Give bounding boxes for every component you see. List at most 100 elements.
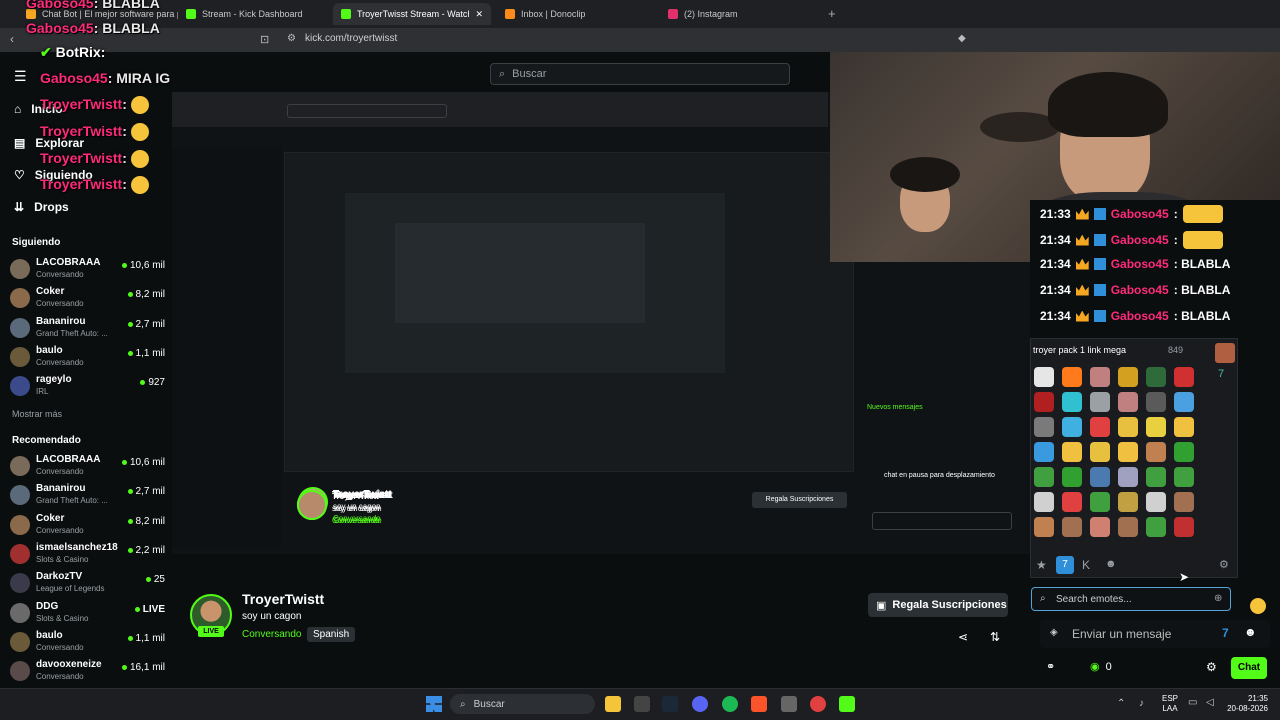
back-icon[interactable]: ‹ <box>10 32 14 46</box>
emoji-icon[interactable]: ☻ <box>1244 625 1257 639</box>
chat-settings-icon[interactable]: ⚙ <box>1206 660 1217 674</box>
seventv-icon[interactable]: 7 <box>1218 368 1224 380</box>
share-icon[interactable]: ⋖ <box>958 630 968 644</box>
close-tab-icon[interactable]: ✕ <box>475 9 483 20</box>
channel-item[interactable]: DDG Slots & Casino LIVE <box>10 600 165 628</box>
kick-tab-icon[interactable]: K <box>1082 558 1090 572</box>
emote-item[interactable] <box>1062 492 1082 512</box>
app-icon[interactable] <box>634 696 650 712</box>
channel-item[interactable]: baulo Conversando 1,1 mil <box>10 629 165 657</box>
spotify-icon[interactable] <box>722 696 738 712</box>
channel-item[interactable]: ismaelsanchez18 Slots & Casino 2,2 mil <box>10 541 165 569</box>
stream-category[interactable]: Conversando <box>242 629 301 640</box>
emote-item[interactable] <box>1146 492 1166 512</box>
emote-item[interactable] <box>1174 467 1194 487</box>
emote-item[interactable] <box>1090 492 1110 512</box>
emote-item[interactable] <box>1062 367 1082 387</box>
emote-item[interactable] <box>1034 367 1054 387</box>
emote-item[interactable] <box>1062 417 1082 437</box>
points-display[interactable]: ◉ 0 <box>1090 660 1112 674</box>
emote-item[interactable] <box>1062 392 1082 412</box>
taskbar-search[interactable]: ⌕ Buscar <box>450 694 595 714</box>
brave-icon[interactable] <box>751 696 767 712</box>
obs-icon[interactable] <box>810 696 826 712</box>
emote-item[interactable] <box>1146 417 1166 437</box>
seventv-icon[interactable]: 7 <box>1222 626 1229 640</box>
kick-icon[interactable] <box>839 696 855 712</box>
link-icon[interactable]: ⚭ <box>1046 660 1055 673</box>
emote-item[interactable] <box>1146 392 1166 412</box>
network-icon[interactable]: ▭ <box>1188 697 1197 708</box>
emote-item[interactable] <box>1174 367 1194 387</box>
emote-item[interactable] <box>1090 417 1110 437</box>
pack-avatar-icon[interactable] <box>1215 343 1235 363</box>
options-icon[interactable]: ⇅ <box>990 630 1000 644</box>
shield-icon[interactable]: ◆ <box>958 33 966 44</box>
discord-icon[interactable] <box>692 696 708 712</box>
tab-donoclip[interactable]: Inbox | Donoclip <box>497 3 657 25</box>
tab-dashboard[interactable]: Stream - Kick Dashboard <box>178 3 333 25</box>
language-tag[interactable]: Spanish <box>307 627 356 642</box>
emote-item[interactable] <box>1118 467 1138 487</box>
channel-item[interactable]: Bananirou Grand Theft Auto: ... 2,7 mil <box>10 315 165 343</box>
channel-item[interactable]: LACOBRAAA Conversando 10,6 mil <box>10 256 165 284</box>
channel-item[interactable]: rageylo IRL 927 <box>10 373 165 401</box>
emote-item[interactable] <box>1090 517 1110 537</box>
emote-item[interactable] <box>1118 417 1138 437</box>
emote-item[interactable] <box>1090 467 1110 487</box>
emote-search-input[interactable]: ⌕ Search emotes... ⊕ <box>1031 587 1231 611</box>
emote-item[interactable] <box>1146 467 1166 487</box>
emote-item[interactable] <box>1034 492 1054 512</box>
tray-chevron-icon[interactable]: ⌃ <box>1117 698 1125 709</box>
emoji-tab-icon[interactable]: ☻ <box>1105 558 1117 570</box>
channel-item[interactable]: DarkozTV League of Legends 25 <box>10 570 165 598</box>
channel-item[interactable]: Coker Conversando 8,2 mil <box>10 512 165 540</box>
new-tab-icon[interactable]: + <box>828 6 836 21</box>
language-indicator[interactable]: ESP LAA <box>1162 694 1178 714</box>
streamer-name[interactable]: TroyerTwistt <box>242 591 324 607</box>
emote-item[interactable] <box>1174 442 1194 462</box>
mic-icon[interactable]: ♪ <box>1139 698 1144 709</box>
picker-settings-icon[interactable]: ⚙ <box>1219 558 1229 571</box>
channel-item[interactable]: Bananirou Grand Theft Auto: ... 2,7 mil <box>10 482 165 510</box>
emote-item[interactable] <box>1174 517 1194 537</box>
steam-icon[interactable] <box>662 696 678 712</box>
emote-item[interactable] <box>1118 442 1138 462</box>
file-explorer-icon[interactable] <box>605 696 621 712</box>
emote-item[interactable] <box>1146 442 1166 462</box>
site-info-icon[interactable]: ⚙ <box>287 33 296 44</box>
emote-item[interactable] <box>1062 442 1082 462</box>
channel-item[interactable]: baulo Conversando 1,1 mil <box>10 344 165 372</box>
emote-item[interactable] <box>1118 517 1138 537</box>
emote-item[interactable] <box>1062 467 1082 487</box>
seventv-tab-icon[interactable]: 7 <box>1056 556 1074 574</box>
tab-troyertwisst[interactable]: TroyerTwisst Stream - Watch Live... ✕ <box>333 3 491 25</box>
emote-item[interactable] <box>1090 442 1110 462</box>
emote-item[interactable] <box>1174 392 1194 412</box>
chat-input[interactable]: ◈ Enviar un mensaje 7 ☻ <box>1040 620 1270 648</box>
search-input[interactable]: ⌕ Buscar <box>490 63 790 85</box>
menu-icon[interactable]: ☰ <box>14 68 27 85</box>
emote-item[interactable] <box>1090 367 1110 387</box>
chat-send-button[interactable]: Chat <box>1231 657 1267 679</box>
emote-item[interactable] <box>1034 417 1054 437</box>
emote-item[interactable] <box>1118 367 1138 387</box>
app-icon[interactable] <box>781 696 797 712</box>
emote-item[interactable] <box>1034 517 1054 537</box>
channel-item[interactable]: davooxeneize Conversando 16,1 mil <box>10 658 165 686</box>
emote-item[interactable] <box>1146 367 1166 387</box>
emote-item[interactable] <box>1146 517 1166 537</box>
emote-item[interactable] <box>1034 442 1054 462</box>
channel-item[interactable]: Coker Conversando 8,2 mil <box>10 285 165 313</box>
tab-instagram[interactable]: (2) Instagram <box>660 3 820 25</box>
nav-drops[interactable]: ⇊ Drops <box>14 200 69 214</box>
url-field[interactable]: kick.com/troyertwisst <box>305 33 397 44</box>
clock[interactable]: 21:35 20-08-2026 <box>1224 694 1268 714</box>
emote-item[interactable] <box>1118 492 1138 512</box>
emote-item[interactable] <box>1034 392 1054 412</box>
emote-item[interactable] <box>1174 417 1194 437</box>
channel-item[interactable]: LACOBRAAA Conversando 10,6 mil <box>10 453 165 481</box>
emote-item[interactable] <box>1174 492 1194 512</box>
show-more-link[interactable]: Mostrar más <box>12 409 62 419</box>
emote-item[interactable] <box>1062 517 1082 537</box>
